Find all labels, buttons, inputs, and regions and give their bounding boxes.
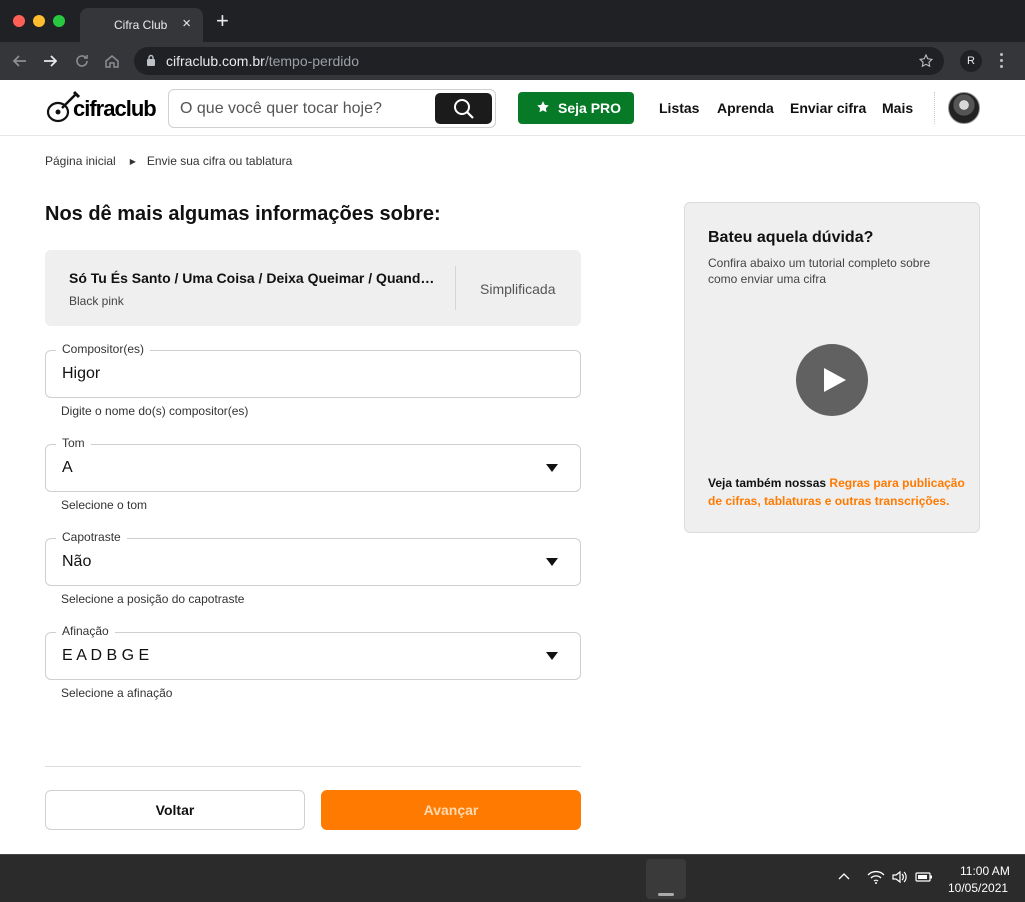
help-text: Confira abaixo um tutorial completo sobr…: [708, 256, 931, 286]
bookmark-star-icon[interactable]: [918, 53, 934, 69]
nav-enviar-cifra[interactable]: Enviar cifra: [790, 100, 866, 116]
clock-time: 11:00 AM: [960, 864, 1010, 878]
page-title: Nos dê mais algumas informações sobre:: [45, 203, 441, 225]
capotraste-label: Capotraste: [56, 530, 127, 544]
address-bar[interactable]: cifraclub.com.br/tempo-perdido: [134, 47, 944, 75]
seja-pro-button[interactable]: Seja PRO: [518, 92, 634, 124]
back-button[interactable]: Voltar: [45, 790, 305, 830]
tom-value: A: [62, 459, 73, 476]
chevron-right-icon: ▶: [129, 157, 136, 166]
nav-aprenda[interactable]: Aprenda: [717, 100, 774, 116]
header-divider: [934, 92, 935, 124]
battery-icon[interactable]: [915, 870, 933, 884]
volume-icon[interactable]: [891, 870, 909, 884]
caret-down-icon: [546, 652, 558, 660]
composer-label: Compositor(es): [56, 342, 151, 356]
os-taskbar: 11:00 AM 10/05/2021: [0, 854, 1025, 902]
window-close-button[interactable]: [13, 15, 25, 27]
home-icon[interactable]: [102, 51, 122, 71]
chevron-up-icon[interactable]: [837, 870, 851, 884]
capotraste-select[interactable]: Capotraste Não: [45, 530, 581, 586]
tab-close-icon[interactable]: ×: [182, 15, 191, 33]
browser-tab-bar: Cifra Club × +: [0, 0, 1025, 42]
nav-mais[interactable]: Mais: [882, 100, 913, 116]
taskbar-app-icon[interactable]: [646, 859, 686, 899]
composer-field[interactable]: Compositor(es) Higor: [45, 342, 581, 398]
afinacao-label: Afinação: [56, 624, 115, 638]
forward-arrow-icon[interactable]: [40, 51, 60, 71]
capotraste-value: Não: [62, 553, 92, 570]
breadcrumb-home[interactable]: Página inicial: [45, 154, 116, 168]
seja-pro-label: Seja PRO: [558, 100, 622, 116]
lock-icon: [147, 54, 155, 66]
tab-title: Cifra Club: [114, 18, 168, 32]
browser-tab[interactable]: Cifra Club ×: [80, 8, 203, 42]
play-video-button[interactable]: [796, 344, 868, 416]
new-tab-button[interactable]: +: [216, 10, 229, 32]
help-title: Bateu aquela dúvida?: [708, 229, 874, 246]
tom-hint: Selecione o tom: [61, 498, 148, 512]
browser-toolbar: cifraclub.com.br/tempo-perdido R: [0, 42, 1025, 80]
logo-text: cifraclub: [73, 96, 157, 121]
afinacao-hint: Selecione a afinação: [61, 686, 173, 700]
browser-menu-icon[interactable]: [1000, 53, 1004, 71]
capotraste-hint: Selecione a posição do capotraste: [61, 592, 245, 606]
reload-icon[interactable]: [72, 51, 92, 71]
user-avatar[interactable]: [948, 92, 980, 124]
song-artist: Black pink: [69, 294, 124, 308]
afinacao-value: E A D B G E: [62, 647, 150, 664]
cifraclub-logo[interactable]: cifraclub: [45, 89, 157, 127]
next-button[interactable]: Avançar: [321, 790, 581, 830]
clock-date: 10/05/2021: [948, 881, 1009, 895]
song-type: Simplificada: [480, 281, 556, 297]
song-card: Só Tu És Santo / Uma Coisa / Deixa Queim…: [45, 250, 581, 326]
search-input[interactable]: [180, 98, 430, 120]
breadcrumb-current[interactable]: Envie sua cifra ou tablatura: [147, 154, 292, 168]
caret-down-icon: [546, 558, 558, 566]
composer-hint: Digite o nome do(s) compositor(es): [61, 404, 249, 418]
play-icon: [824, 368, 846, 392]
help-footer: Veja também nossas Regras para publicaçã…: [708, 476, 965, 508]
search-icon: [454, 99, 474, 119]
form-divider: [45, 766, 581, 767]
help-box: Bateu aquela dúvida? Confira abaixo um t…: [684, 202, 980, 533]
window-minimize-button[interactable]: [33, 15, 45, 27]
caret-down-icon: [546, 464, 558, 472]
breadcrumb: Página inicial ▶ Envie sua cifra ou tablat…: [45, 154, 292, 168]
afinacao-select[interactable]: Afinação E A D B G E: [45, 624, 581, 680]
tom-select[interactable]: Tom A: [45, 436, 581, 492]
profile-avatar[interactable]: R: [960, 50, 982, 72]
wifi-icon[interactable]: [867, 870, 885, 884]
star-icon: [537, 101, 549, 113]
site-header: cifraclub Seja PRO Listas Aprenda Enviar…: [0, 80, 1025, 136]
tom-label: Tom: [56, 436, 91, 450]
nav-listas[interactable]: Listas: [659, 100, 699, 116]
url-text: cifraclub.com.br/tempo-perdido: [166, 53, 359, 69]
back-arrow-icon[interactable]: [10, 51, 30, 71]
composer-value: Higor: [62, 365, 101, 382]
window-maximize-button[interactable]: [53, 15, 65, 27]
search-box: [168, 89, 496, 128]
search-button[interactable]: [435, 93, 492, 124]
song-title: Só Tu És Santo / Uma Coisa / Deixa Queim…: [69, 270, 437, 286]
song-card-divider: [455, 266, 456, 310]
